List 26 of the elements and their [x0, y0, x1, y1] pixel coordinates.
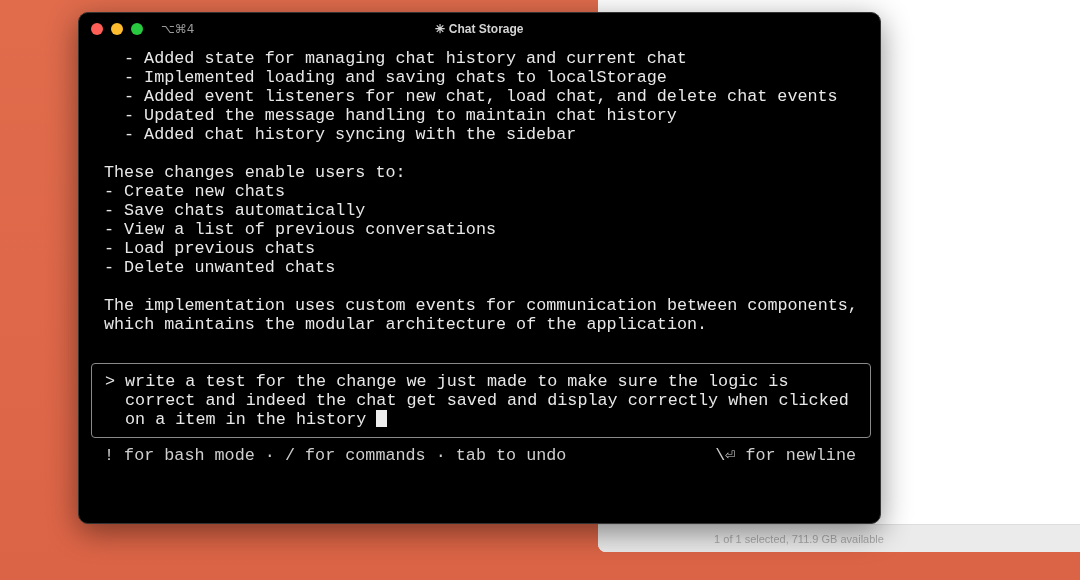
- output-line: - Delete unwanted chats: [104, 258, 337, 277]
- close-button[interactable]: [91, 23, 103, 35]
- output-line: - Added chat history syncing with the sidebar: [123, 125, 578, 144]
- output-line: - View a list of previous conversations: [104, 220, 497, 239]
- input-line: on a item in the history: [125, 410, 367, 429]
- newline-hint: \⏎ for newline: [715, 446, 856, 465]
- output-line: - Implemented loading and saving chats to localStorage: [123, 68, 668, 87]
- output-line: which maintains the modular architecture of the application.: [104, 315, 709, 334]
- output-line: - Create new chats: [104, 182, 286, 201]
- prompt-symbol: >: [105, 372, 116, 393]
- text-cursor-icon: [376, 410, 388, 427]
- input-line: correct and indeed the chat get saved and display correctly when clicked: [125, 391, 849, 410]
- output-line: - Added state for managing chat history and current chat: [123, 49, 688, 68]
- output-line: - Load previous chats: [104, 239, 317, 258]
- output-line: These changes enable users to:: [104, 163, 407, 182]
- input-line: write a test for the change we just made to make sure the logic is: [125, 372, 789, 391]
- output-line: The implementation uses custom events for communication between components,: [104, 296, 859, 315]
- output-line: - Updated the message handling to maintain chat history: [123, 106, 678, 125]
- window-title: ✳ Chat Storage: [435, 22, 524, 36]
- prompt-input[interactable]: > write a test for the change we just made to make sure the logic is correct and indeed the chat get saved and display correctly when clicked on a item in the history: [91, 363, 871, 438]
- output-line: - Added event listeners for new chat, load chat, and delete chat events: [123, 87, 839, 106]
- shortcut-label: ⌥⌘4: [161, 22, 195, 36]
- hint-text: ! for bash mode · / for commands · tab to undo: [104, 446, 567, 465]
- zoom-button[interactable]: [131, 23, 143, 35]
- output-line: - Save chats automatically: [104, 201, 367, 220]
- minimize-button[interactable]: [111, 23, 123, 35]
